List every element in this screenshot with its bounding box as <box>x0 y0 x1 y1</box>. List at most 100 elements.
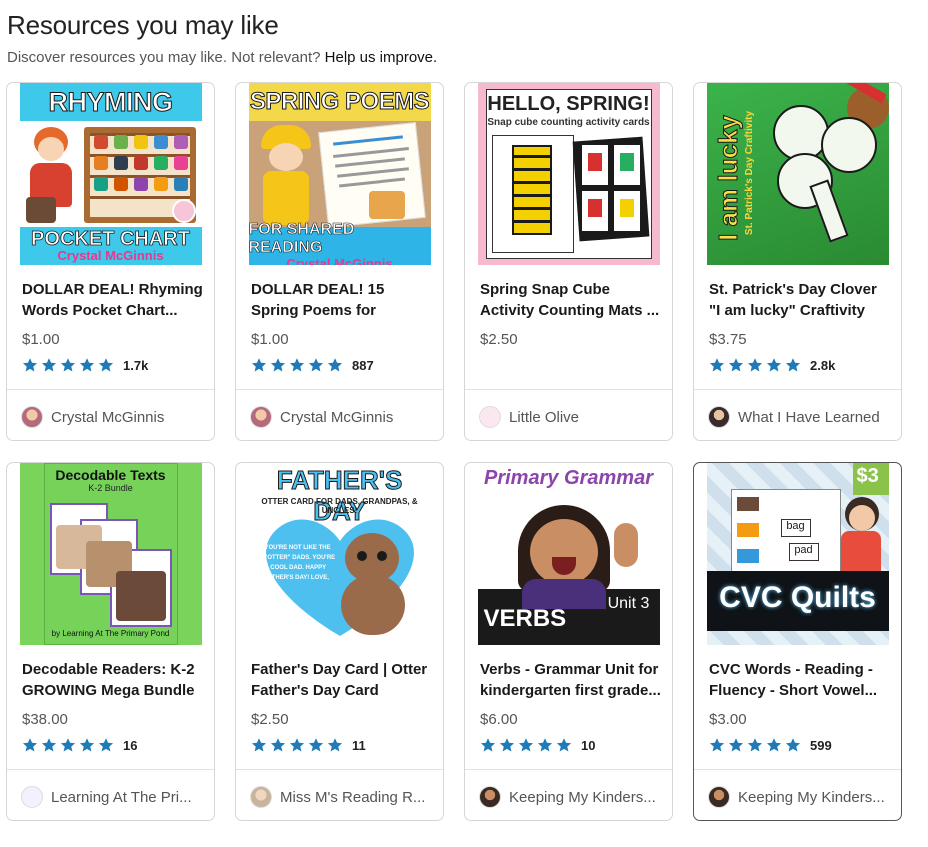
star-icon <box>518 738 534 752</box>
resource-price: $1.00 <box>22 331 60 348</box>
card-divider <box>465 389 672 390</box>
resource-title[interactable]: Verbs - Grammar Unit for kindergarten fi… <box>480 659 662 701</box>
resource-price: $2.50 <box>480 331 518 348</box>
star-icon <box>556 738 572 752</box>
thumb-title: RHYMING <box>19 83 202 121</box>
resource-thumbnail[interactable]: Primary Grammar VERBS Unit 3 <box>465 463 672 647</box>
thumb-author: Crystal McGinnis <box>286 256 393 266</box>
resource-thumbnail[interactable]: Decodable Texts K-2 Bundle by Learning A… <box>7 463 214 647</box>
seller-avatar <box>250 786 272 808</box>
thumb-title: CVC Quilts <box>719 581 876 614</box>
rating-count: 887 <box>352 357 374 373</box>
seller-name[interactable]: Keeping My Kinders... <box>738 789 885 806</box>
seller[interactable]: Learning At The Pri... <box>21 786 192 808</box>
thumb-subtitle: VERBS <box>483 605 567 632</box>
seller-name[interactable]: Crystal McGinnis <box>51 409 164 426</box>
seller[interactable]: Crystal McGinnis <box>21 406 164 428</box>
seller-avatar <box>708 786 730 808</box>
resource-price: $1.00 <box>251 331 289 348</box>
star-icon <box>499 738 515 752</box>
star-icon <box>728 738 744 752</box>
resource-title[interactable]: DOLLAR DEAL! 15 Spring Poems for Shared.… <box>251 279 433 321</box>
thumb-subtitle: St. Patrick's Day Craftivity <box>743 110 755 236</box>
thumb-price-badge: $3 <box>856 465 879 487</box>
star-icon <box>709 358 725 372</box>
rating-count: 16 <box>123 737 138 753</box>
rating-count: 11 <box>352 737 366 753</box>
star-icon <box>289 738 305 752</box>
seller-avatar <box>21 786 43 808</box>
seller[interactable]: Little Olive <box>479 406 579 428</box>
thumb-unit: Unit 3 <box>607 595 650 612</box>
seller-name[interactable]: What I Have Learned <box>738 409 880 426</box>
resource-title[interactable]: Spring Snap Cube Activity Counting Mats … <box>480 279 662 321</box>
seller[interactable]: Crystal McGinnis <box>250 406 393 428</box>
resource-card[interactable]: RHYMING POCKET CHART Crystal McGinnis DO… <box>6 82 215 441</box>
rating: 11 <box>251 737 366 753</box>
seller-name[interactable]: Keeping My Kinders... <box>509 789 656 806</box>
seller[interactable]: Miss M's Reading R... <box>250 786 425 808</box>
resource-thumbnail[interactable]: RHYMING POCKET CHART Crystal McGinnis <box>7 83 214 267</box>
seller-name[interactable]: Miss M's Reading R... <box>280 789 425 806</box>
resource-title[interactable]: Decodable Readers: K-2 GROWING Mega Bund… <box>22 659 204 701</box>
thumb-title: Decodable Texts <box>55 467 166 483</box>
star-icon <box>60 738 76 752</box>
help-improve-link[interactable]: Help us improve. <box>325 49 438 66</box>
thumb-author: Crystal McGinnis <box>57 248 164 263</box>
resource-thumbnail[interactable]: SPRING POEMS FOR SHARED READING Crystal … <box>236 83 443 267</box>
resource-card[interactable]: bag pad $3 CVC Quilts CVC Words - Readin… <box>693 462 902 821</box>
resource-thumbnail[interactable]: bag pad $3 CVC Quilts <box>694 463 901 647</box>
seller-name[interactable]: Little Olive <box>509 409 579 426</box>
resource-price: $2.50 <box>251 711 289 728</box>
section-subtitle: Discover resources you may like. Not rel… <box>7 49 437 67</box>
resource-title[interactable]: St. Patrick's Day Clover "I am lucky" Cr… <box>709 279 891 321</box>
subtitle-text: Discover resources you may like. Not rel… <box>7 49 321 66</box>
star-icon <box>251 358 267 372</box>
resource-card[interactable]: Decodable Texts K-2 Bundle by Learning A… <box>6 462 215 821</box>
card-divider <box>236 389 443 390</box>
star-icon <box>251 738 267 752</box>
star-icon <box>79 358 95 372</box>
resource-title[interactable]: CVC Words - Reading - Fluency - Short Vo… <box>709 659 891 701</box>
rating-count: 2.8k <box>810 357 836 373</box>
star-icon <box>79 738 95 752</box>
card-divider <box>236 769 443 770</box>
seller[interactable]: Keeping My Kinders... <box>708 786 885 808</box>
thumb-title: I am lucky <box>712 115 743 242</box>
rating: 16 <box>22 737 137 753</box>
resource-title[interactable]: Father's Day Card | Otter Father's Day C… <box>251 659 433 701</box>
resource-card[interactable]: I am lucky St. Patrick's Day Craftivity … <box>693 82 902 441</box>
resource-card[interactable]: FATHER'S DAY OTTER CARD FOR DADS, GRANDP… <box>235 462 444 821</box>
star-icon <box>709 738 725 752</box>
seller-name[interactable]: Learning At The Pri... <box>51 789 192 806</box>
resource-title[interactable]: DOLLAR DEAL! Rhyming Words Pocket Chart.… <box>22 279 204 321</box>
resource-card[interactable]: Primary Grammar VERBS Unit 3 Verbs - Gra… <box>464 462 673 821</box>
thumb-title: Primary Grammar <box>484 467 653 489</box>
card-divider <box>7 389 214 390</box>
seller-avatar <box>479 406 501 428</box>
thumb-subtitle: K-2 Bundle <box>88 483 133 493</box>
resource-price: $3.00 <box>709 711 747 728</box>
star-icon <box>270 738 286 752</box>
star-icon <box>22 358 38 372</box>
resource-thumbnail[interactable]: FATHER'S DAY OTTER CARD FOR DADS, GRANDP… <box>236 463 443 647</box>
thumb-subtitle: POCKET CHART <box>31 228 191 250</box>
seller[interactable]: Keeping My Kinders... <box>479 786 656 808</box>
seller-avatar <box>250 406 272 428</box>
star-icon <box>289 358 305 372</box>
rating: 887 <box>251 357 374 373</box>
resource-price: $3.75 <box>709 331 747 348</box>
rating-count: 10 <box>581 737 596 753</box>
resource-thumbnail[interactable]: HELLO, SPRING! Snap cube counting activi… <box>465 83 672 267</box>
star-icon <box>98 358 114 372</box>
star-icon <box>327 358 343 372</box>
star-icon <box>747 358 763 372</box>
resource-card[interactable]: SPRING POEMS FOR SHARED READING Crystal … <box>235 82 444 441</box>
seller-name[interactable]: Crystal McGinnis <box>280 409 393 426</box>
star-icon <box>41 358 57 372</box>
rating-count: 599 <box>810 737 832 753</box>
resource-thumbnail[interactable]: I am lucky St. Patrick's Day Craftivity <box>694 83 901 267</box>
thumb-subtitle: Snap cube counting activity cards <box>487 117 650 128</box>
seller[interactable]: What I Have Learned <box>708 406 880 428</box>
resource-card[interactable]: HELLO, SPRING! Snap cube counting activi… <box>464 82 673 441</box>
